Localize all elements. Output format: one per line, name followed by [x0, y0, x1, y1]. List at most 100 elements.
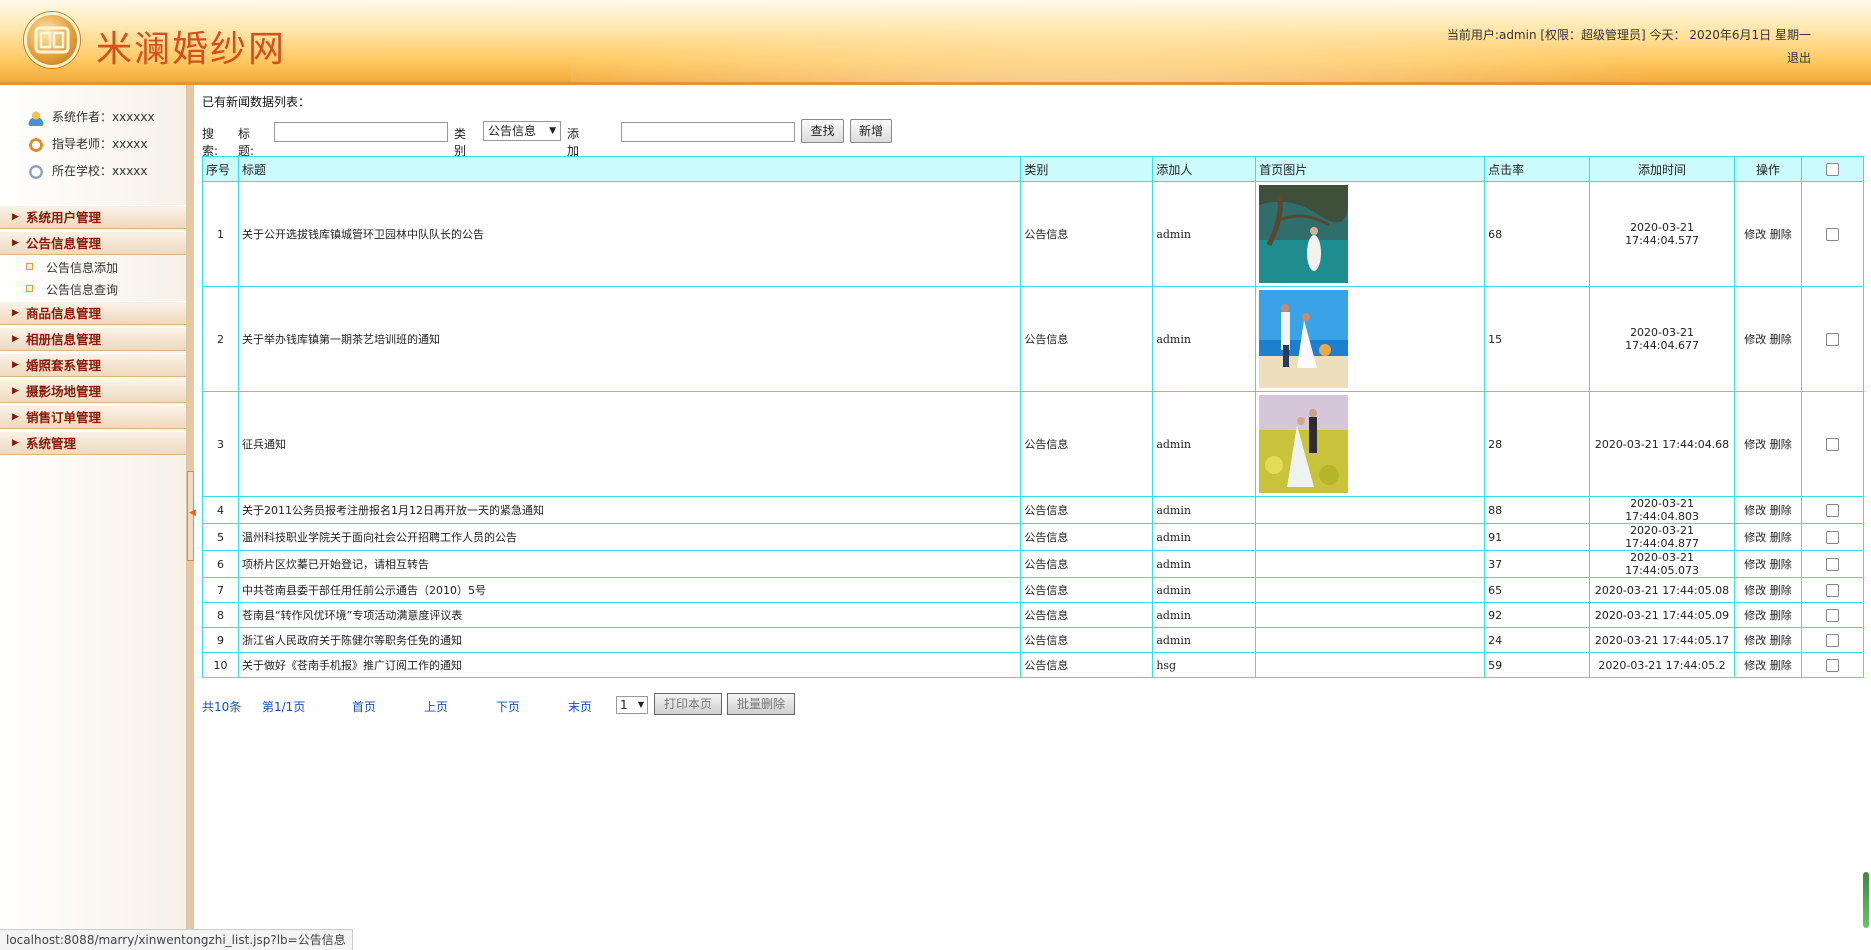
cell-actions: 修改 删除 — [1734, 602, 1802, 628]
menu-orders[interactable]: ▶ 销售订单管理 — [0, 405, 186, 429]
edit-link[interactable]: 修改 — [1744, 558, 1766, 571]
delete-link[interactable]: 删除 — [1770, 531, 1792, 544]
search-label: 搜索: — [202, 127, 219, 158]
couple-flower-field-photo[interactable] — [1259, 395, 1481, 493]
author-label: 系统作者：xxxxxx — [52, 110, 155, 124]
print-page-button[interactable]: 打印本页 — [654, 693, 722, 715]
page-select-value: 1 — [620, 698, 628, 712]
row-checkbox[interactable] — [1825, 583, 1839, 597]
cell-category: 公告信息 — [1020, 627, 1154, 653]
delete-link[interactable]: 删除 — [1770, 659, 1792, 672]
col-header-actions: 操作 — [1734, 156, 1802, 182]
row-checkbox[interactable] — [1825, 437, 1839, 451]
add-button[interactable]: 新增 — [850, 119, 892, 143]
sidebar: 系统作者：xxxxxx 指导老师：xxxxx 所在学校：xxxxx ▶ 系统用户管… — [0, 85, 187, 929]
school-label: 所在学校：xxxxx — [52, 164, 148, 178]
cell-actions: 修改 删除 — [1734, 391, 1802, 497]
adder-search-input[interactable] — [621, 122, 795, 142]
people-icon — [28, 109, 44, 126]
edit-link[interactable]: 修改 — [1744, 609, 1766, 622]
cell-image — [1255, 652, 1486, 678]
row-checkbox[interactable] — [1825, 332, 1839, 346]
search-button[interactable]: 查找 — [801, 119, 844, 143]
row-checkbox[interactable] — [1825, 608, 1839, 622]
cell-select — [1800, 577, 1865, 603]
cell-time: 2020-03-21 17:44:05.17 — [1589, 627, 1735, 653]
table-row: 5 温州科技职业学院关于面向社会公开招聘工作人员的公告 公告信息 admin 91 202… — [202, 523, 1865, 551]
menu-photo-packages[interactable]: ▶ 婚照套系管理 — [0, 353, 186, 377]
cell-title: 温州科技职业学院关于面向社会公开招聘工作人员的公告 — [237, 523, 1022, 551]
cell-select — [1800, 523, 1865, 551]
caret-right-icon: ▶ — [12, 334, 19, 344]
edit-link[interactable]: 修改 — [1744, 228, 1766, 241]
select-all-checkbox[interactable] — [1825, 163, 1839, 176]
cell-select — [1800, 181, 1865, 287]
couple-beach-photo[interactable] — [1259, 290, 1481, 388]
row-checkbox[interactable] — [1825, 633, 1839, 647]
menu-system[interactable]: ▶ 系统管理 — [0, 431, 186, 455]
edit-link[interactable]: 修改 — [1744, 438, 1766, 451]
bride-tree-photo[interactable] — [1259, 185, 1481, 283]
category-select[interactable]: 公告信息 ▼ — [483, 121, 561, 141]
next-page-link[interactable]: 下页 — [496, 698, 520, 715]
dropdown-arrow-icon: ▼ — [637, 700, 644, 709]
cell-time: 2020-03-21 17:44:04.68 — [1589, 391, 1735, 497]
cell-image — [1255, 286, 1486, 392]
cell-category: 公告信息 — [1020, 577, 1154, 603]
row-checkbox[interactable] — [1825, 530, 1839, 544]
cell-select — [1800, 391, 1865, 497]
cell-title: 苍南县“转作风优环境”专项活动满意度评议表 — [237, 602, 1022, 628]
cell-clicks: 59 — [1484, 652, 1591, 678]
last-page-link[interactable]: 末页 — [568, 698, 592, 715]
cell-title: 关于公开选拔钱库镇城管环卫园林中队队长的公告 — [237, 181, 1022, 287]
cell-time: 2020-03-21 17:44:04.577 — [1589, 181, 1735, 287]
delete-link[interactable]: 删除 — [1770, 504, 1792, 517]
delete-link[interactable]: 删除 — [1770, 333, 1792, 346]
edit-link[interactable]: 修改 — [1744, 531, 1766, 544]
col-header-category: 类别 — [1020, 156, 1154, 182]
page-select[interactable]: 1 ▼ — [616, 696, 648, 714]
delete-link[interactable]: 删除 — [1770, 558, 1792, 571]
row-checkbox[interactable] — [1825, 503, 1839, 517]
cell-adder: admin — [1152, 627, 1257, 653]
cell-no: 6 — [202, 550, 239, 578]
menu-announcements[interactable]: ▶ 公告信息管理 — [0, 231, 186, 255]
delete-link[interactable]: 删除 — [1770, 634, 1792, 647]
submenu-announcement-add[interactable]: 公告信息添加 — [26, 259, 118, 276]
prev-page-link[interactable]: 上页 — [424, 698, 448, 715]
collapse-sidebar-handle[interactable]: ◀ — [187, 471, 196, 561]
current-user-info: 当前用户:admin [权限：超级管理员] 今天： 2020年6月1日 星期一 — [1446, 28, 1811, 42]
delete-link[interactable]: 删除 — [1770, 584, 1792, 597]
batch-delete-button[interactable]: 批量删除 — [727, 693, 795, 715]
cell-no: 1 — [202, 181, 239, 287]
menu-albums[interactable]: ▶ 相册信息管理 — [0, 327, 186, 351]
cell-no: 8 — [202, 602, 239, 628]
logout-link[interactable]: 退出 — [1787, 49, 1811, 66]
edit-link[interactable]: 修改 — [1744, 634, 1766, 647]
delete-link[interactable]: 删除 — [1770, 228, 1792, 241]
col-header-no: 序号 — [202, 156, 239, 182]
cell-category: 公告信息 — [1020, 496, 1154, 524]
submenu-label: 公告信息查询 — [46, 283, 119, 297]
cell-actions: 修改 删除 — [1734, 496, 1802, 524]
row-checkbox[interactable] — [1825, 658, 1839, 672]
edit-link[interactable]: 修改 — [1744, 333, 1766, 346]
scroll-indicator[interactable] — [1863, 872, 1869, 928]
title-search-input[interactable] — [274, 122, 448, 142]
menu-label: 相册信息管理 — [26, 332, 102, 347]
cell-time: 2020-03-21 17:44:04.677 — [1589, 286, 1735, 392]
delete-link[interactable]: 删除 — [1770, 438, 1792, 451]
menu-system-users[interactable]: ▶ 系统用户管理 — [0, 205, 186, 229]
row-checkbox[interactable] — [1825, 227, 1839, 241]
cell-adder: admin — [1152, 391, 1257, 497]
edit-link[interactable]: 修改 — [1744, 504, 1766, 517]
delete-link[interactable]: 删除 — [1770, 609, 1792, 622]
row-checkbox[interactable] — [1825, 557, 1839, 571]
submenu-announcement-query[interactable]: 公告信息查询 — [26, 281, 119, 298]
first-page-link[interactable]: 首页 — [352, 698, 376, 715]
edit-link[interactable]: 修改 — [1744, 584, 1766, 597]
menu-venues[interactable]: ▶ 摄影场地管理 — [0, 379, 186, 403]
menu-products[interactable]: ▶ 商品信息管理 — [0, 301, 186, 325]
edit-link[interactable]: 修改 — [1744, 659, 1766, 672]
main-content: 已有新闻数据列表： 搜索: 标题: 类别 公告信息▼ 添加人: 查找 新增 序号… — [194, 85, 1871, 929]
